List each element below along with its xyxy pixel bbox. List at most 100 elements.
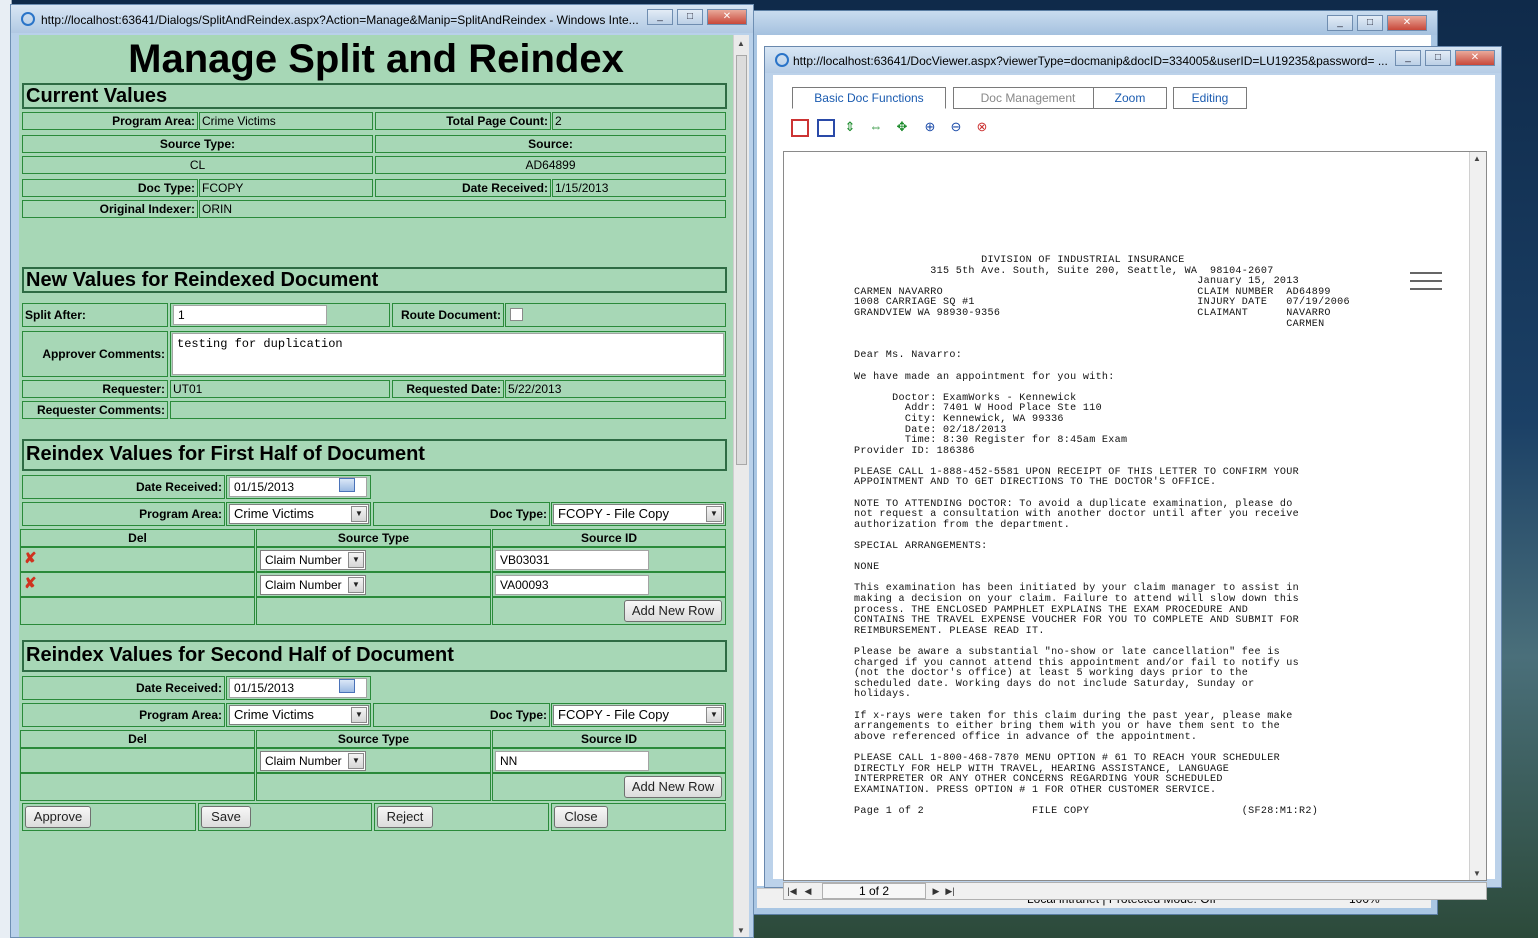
table-row: NN (492, 748, 726, 773)
ie-logo-icon (775, 53, 789, 67)
second-doc-type-select[interactable]: FCOPY - File Copy ▼ (553, 705, 724, 725)
approver-comments-textarea[interactable]: testing for duplication (172, 333, 724, 375)
requested-date-label: Requested Date: (392, 380, 504, 398)
second-doc-type-value: FCOPY - File Copy (558, 707, 670, 722)
chevron-down-icon: ▼ (351, 506, 367, 522)
tab-doc-management[interactable]: Doc Management (953, 87, 1103, 109)
scrollbar-thumb[interactable] (736, 55, 747, 465)
date-received-label: Date Received: (375, 179, 551, 197)
program-area-value: Crime Victims (199, 112, 373, 130)
maximize-icon[interactable]: □ (1357, 15, 1383, 31)
doc-viewer-window: http://localhost:63641/DocViewer.aspx?vi… (764, 46, 1502, 900)
table-footer (256, 773, 491, 801)
minimize-icon[interactable]: _ (1327, 15, 1353, 31)
delete-row-icon[interactable]: ✘ (24, 576, 37, 592)
delete-row-icon[interactable]: ✘ (24, 551, 37, 567)
source-id-input[interactable]: VB03031 (495, 550, 649, 570)
pan-icon[interactable]: ✥ (893, 119, 911, 137)
actual-size-icon[interactable] (817, 119, 835, 137)
split-after-cell: 1 (170, 303, 390, 327)
first-program-area-value: Crime Victims (234, 506, 314, 521)
maximize-icon[interactable]: □ (1425, 50, 1451, 66)
total-page-count-value: 2 (552, 112, 726, 130)
action-cell: Close (551, 803, 726, 831)
source-type-select[interactable]: Claim Number ▼ (260, 751, 366, 771)
table-footer: Add New Row (492, 597, 726, 625)
zoom-in-icon[interactable]: ⊕ (921, 119, 939, 137)
requester-value: UT01 (170, 380, 390, 398)
first-program-area-select[interactable]: Crime Victims ▼ (229, 504, 369, 524)
date-received-value: 1/15/2013 (552, 179, 726, 197)
fit-width-icon[interactable]: ⇔ (867, 119, 885, 137)
second-add-new-row-button[interactable]: Add New Row (624, 776, 722, 798)
last-page-icon[interactable]: ▶| (944, 884, 956, 898)
source-type-value: Claim Number (265, 578, 342, 592)
fit-page-icon[interactable] (791, 119, 809, 137)
second-program-area-select[interactable]: Crime Victims ▼ (229, 705, 369, 725)
dialog-title: http://localhost:63641/Dialogs/SplitAndR… (41, 13, 639, 27)
tab-editing[interactable]: Editing (1173, 87, 1247, 109)
action-cell: Reject (374, 803, 549, 831)
source-type-select[interactable]: Claim Number ▼ (260, 575, 366, 595)
source-id-input[interactable]: VA00093 (495, 575, 649, 595)
tab-zoom[interactable]: Zoom (1093, 87, 1167, 109)
source-type-value: Claim Number (265, 754, 342, 768)
scroll-up-icon[interactable]: ▲ (737, 39, 745, 48)
chevron-down-icon: ▼ (348, 577, 364, 593)
tab-basic-doc-functions[interactable]: Basic Doc Functions (792, 87, 946, 109)
approver-comments-label: Approver Comments: (22, 331, 168, 377)
page-scrollbar[interactable]: ▲ ▼ (1469, 152, 1486, 880)
calendar-icon[interactable] (339, 478, 355, 492)
close-icon[interactable]: ✕ (1455, 50, 1495, 66)
ie-logo-icon (21, 12, 35, 26)
save-button[interactable]: Save (201, 806, 251, 828)
doc-type-label: Doc Type: (22, 179, 198, 197)
fit-height-icon[interactable]: ⇕ (841, 119, 859, 137)
dialog-scrollbar[interactable]: ▲ ▼ (733, 35, 749, 937)
section-current-values: Current Values (22, 83, 727, 109)
split-after-input[interactable]: 1 (173, 305, 327, 325)
second-date-received-cell: 01/15/2013 (226, 676, 371, 700)
table-row: Claim Number ▼ (256, 547, 491, 572)
minimize-icon[interactable]: _ (1395, 50, 1421, 66)
zoom-out-icon[interactable]: ⊖ (947, 119, 965, 137)
calendar-icon[interactable] (339, 679, 355, 693)
split-reindex-dialog: http://localhost:63641/Dialogs/SplitAndR… (10, 4, 754, 938)
section-second-half: Reindex Values for Second Half of Docume… (22, 640, 727, 672)
table-row: Claim Number ▼ (256, 748, 491, 773)
second-doc-type-label: Doc Type: (373, 703, 550, 727)
source-type-select[interactable]: Claim Number ▼ (260, 550, 366, 570)
prev-page-icon[interactable]: ◀ (802, 884, 814, 898)
scroll-up-icon[interactable]: ▲ (1473, 154, 1481, 163)
second-program-area-label: Program Area: (22, 703, 225, 727)
close-icon[interactable]: ✕ (1387, 15, 1427, 31)
reject-button[interactable]: Reject (377, 806, 433, 828)
next-page-icon[interactable]: ▶ (930, 884, 942, 898)
zoom-region-icon[interactable]: ⊗ (973, 119, 991, 137)
chevron-down-icon: ▼ (706, 707, 722, 723)
viewer-pane: Basic Doc Functions Doc Management Zoom … (773, 75, 1495, 900)
first-add-new-row-button[interactable]: Add New Row (624, 600, 722, 622)
chevron-down-icon: ▼ (351, 707, 367, 723)
scroll-down-icon[interactable]: ▼ (1473, 869, 1481, 878)
approve-button[interactable]: Approve (25, 806, 91, 828)
close-icon[interactable]: ✕ (707, 9, 747, 25)
close-button[interactable]: Close (554, 806, 608, 828)
source-id-input[interactable]: NN (495, 751, 649, 771)
table-row: ✘ (20, 547, 255, 572)
first-page-icon[interactable]: |◀ (786, 884, 798, 898)
source-type-label: Source Type: (22, 135, 373, 153)
first-col-source-id: Source ID (492, 529, 726, 547)
scroll-down-icon[interactable]: ▼ (737, 926, 745, 935)
document-text: DIVISION OF INDUSTRIAL INSURANCE 315 5th… (854, 255, 1350, 817)
page-navigation: |◀ ◀ 1 of 2 ▶ ▶| (783, 882, 1487, 900)
total-page-count-label: Total Page Count: (375, 112, 551, 130)
minimize-icon[interactable]: _ (647, 9, 673, 25)
second-col-source-type: Source Type (256, 730, 491, 748)
original-indexer-value: ORIN (199, 200, 726, 218)
route-document-label: Route Document: (392, 303, 504, 327)
route-document-checkbox[interactable] (510, 308, 523, 321)
maximize-icon[interactable]: □ (677, 9, 703, 25)
first-doc-type-select[interactable]: FCOPY - File Copy ▼ (553, 504, 724, 524)
menu-lines-icon (1410, 272, 1442, 296)
